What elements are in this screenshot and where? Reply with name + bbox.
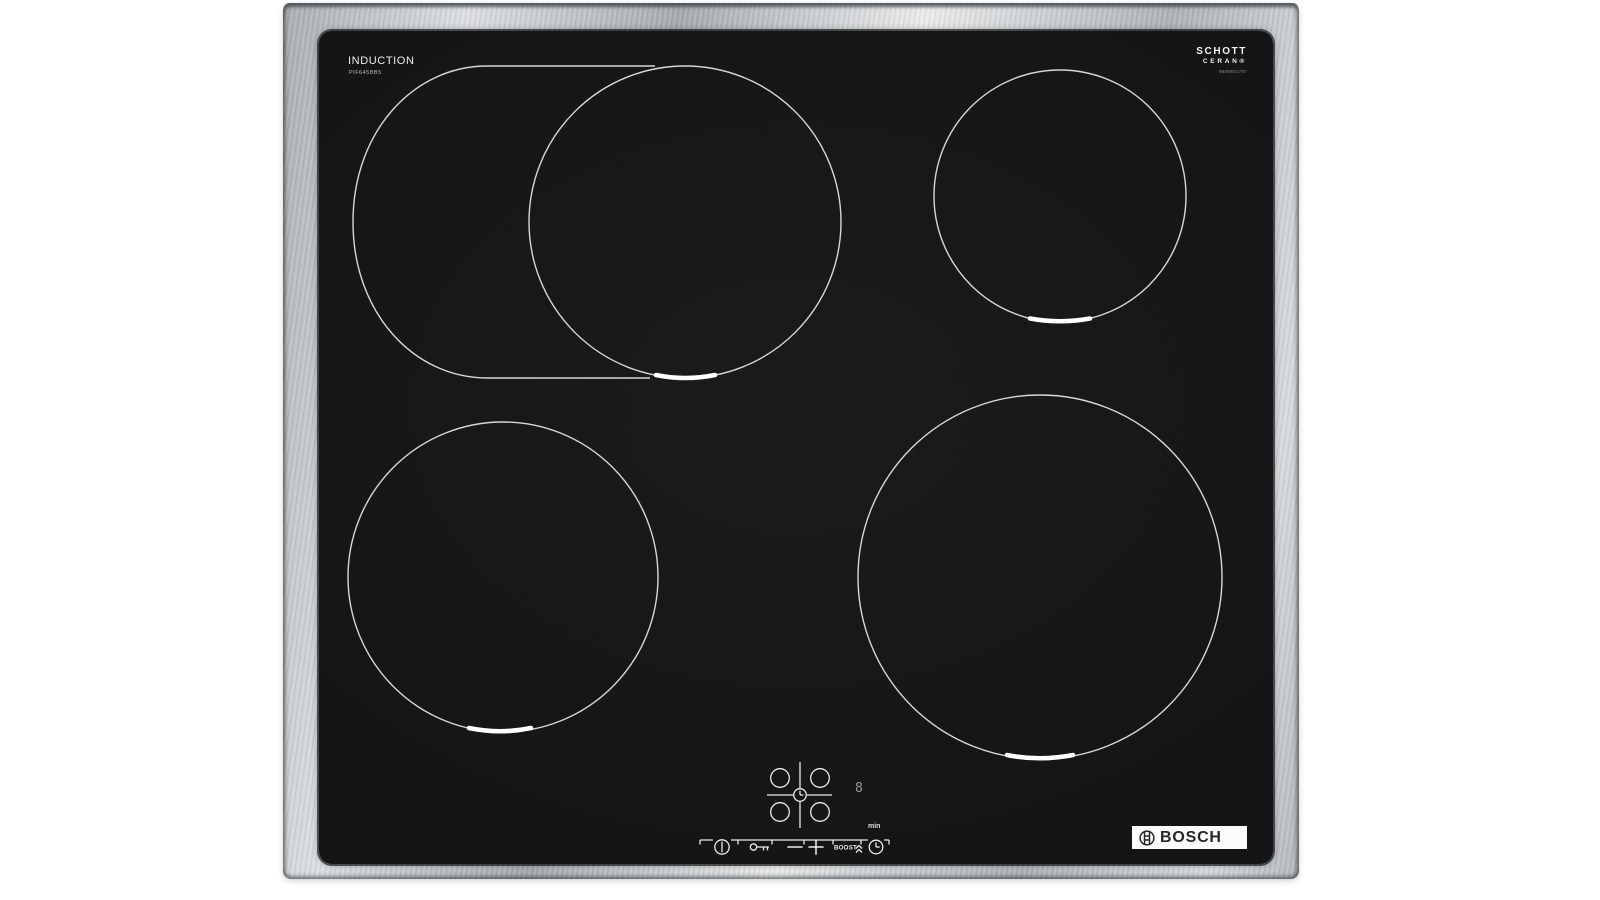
touch-control-row: BOOST <box>699 839 890 855</box>
pan-position-mark <box>1004 752 1076 761</box>
combi-oval-extension-outline <box>352 65 655 379</box>
zone-front-left <box>347 421 659 734</box>
boost-control: BOOST <box>834 845 863 853</box>
boost-label: BOOST <box>834 845 857 852</box>
zone-select-rear-right-icon <box>810 768 830 788</box>
zone-rear-right <box>933 69 1187 324</box>
zone-circle-outline <box>933 69 1187 323</box>
zone-front-right <box>857 394 1223 761</box>
child-lock-key-icon <box>749 843 769 851</box>
zone-select-rear-left-icon <box>770 768 790 788</box>
zone-select-front-right-icon <box>810 802 830 822</box>
zone-rear-left-combi <box>352 65 842 381</box>
zone-selector-cross <box>767 762 832 828</box>
zone-select-front-left-icon <box>770 802 790 822</box>
glass-markings: 8 min BOOST <box>347 65 1223 855</box>
pan-position-mark <box>653 372 718 381</box>
center-timer-clock-icon <box>793 788 807 802</box>
bosch-wordmark: BOSCH <box>1160 828 1222 846</box>
plus-icon <box>808 839 824 855</box>
timer-clock-icon <box>868 839 884 855</box>
product-photo-background: INDUCTION PIF645BB5 SCHOTT CERAN® 960660… <box>0 0 1600 900</box>
pan-position-mark <box>466 725 534 734</box>
bosch-logo-band: BOSCH <box>1132 826 1247 849</box>
pan-position-mark <box>1027 316 1093 324</box>
min-label: min <box>868 823 880 830</box>
timer-display: 8 <box>855 781 863 796</box>
zone-circle-outline <box>347 421 659 733</box>
bosch-armature-icon <box>1139 829 1155 846</box>
power-icon <box>714 839 730 855</box>
combi-circle-outline <box>528 65 842 379</box>
zone-circle-outline <box>857 394 1223 760</box>
induction-hob-stainless-frame: INDUCTION PIF645BB5 SCHOTT CERAN® 960660… <box>283 3 1299 879</box>
ceramic-glass-surface: INDUCTION PIF645BB5 SCHOTT CERAN® 960660… <box>319 31 1273 864</box>
